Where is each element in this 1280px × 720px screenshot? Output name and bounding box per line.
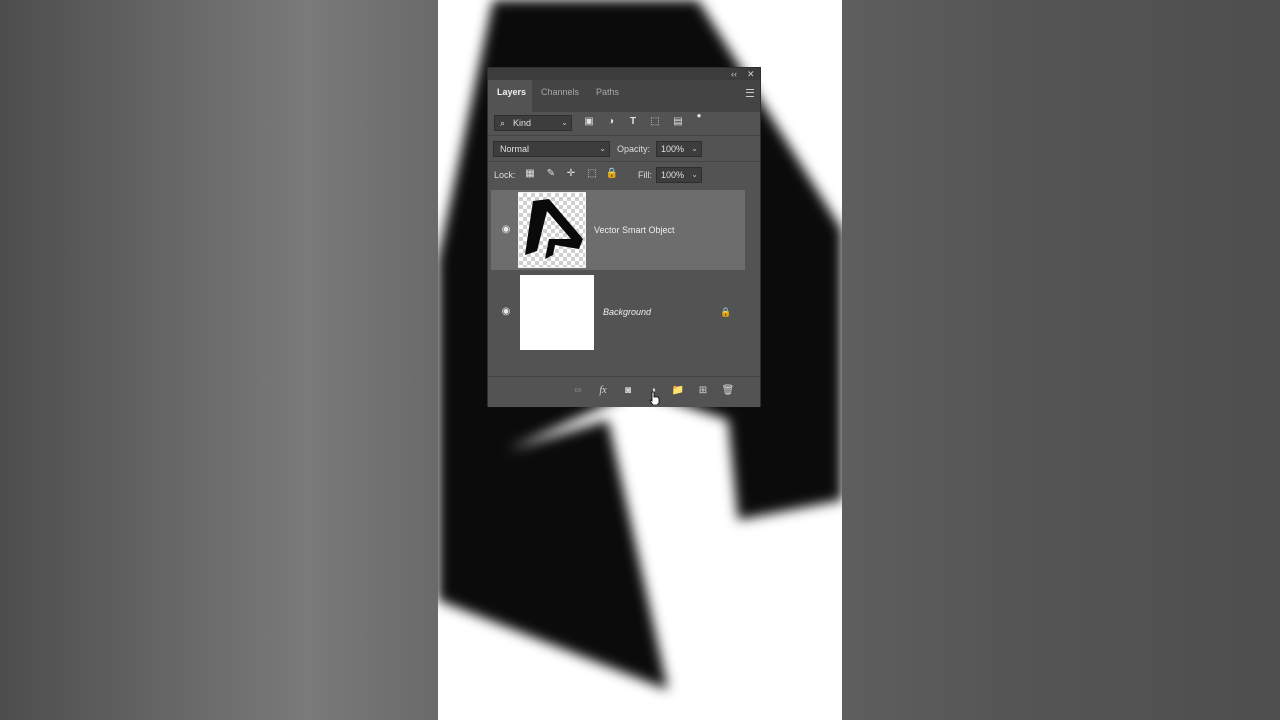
- tab-channels[interactable]: Channels: [541, 80, 579, 112]
- lock-artboard-icon[interactable]: ⬚: [585, 168, 599, 180]
- smart-object-filter-icon[interactable]: ▤: [671, 116, 685, 128]
- filter-kind-select[interactable]: ⌕ Kind ⌄: [494, 115, 572, 131]
- divider: [488, 135, 760, 136]
- delete-icon[interactable]: 🗑: [721, 384, 735, 398]
- blend-mode-value: Normal: [500, 144, 530, 154]
- chevron-down-icon: ⌄: [599, 144, 606, 153]
- filter-kind-label: Kind: [513, 118, 532, 128]
- new-group-icon[interactable]: 📁: [671, 384, 685, 398]
- panel-footer: ∞ fx ◙ ◑ 📁 ⊞ 🗑: [488, 376, 760, 407]
- fill-value: 100%: [661, 170, 685, 180]
- layer-name: Background: [603, 307, 652, 317]
- search-icon: ⌕: [500, 118, 506, 128]
- tab-layers[interactable]: Layers: [488, 80, 532, 112]
- lock-position-icon[interactable]: ✛: [564, 168, 578, 180]
- divider: [488, 161, 760, 162]
- chevron-down-icon: ⌄: [691, 170, 698, 179]
- fx-icon[interactable]: fx: [596, 384, 610, 398]
- lock-all-icon[interactable]: 🔒: [605, 168, 619, 180]
- panel-tabs: Layers Channels Paths: [488, 80, 760, 112]
- blend-mode-select[interactable]: Normal ⌄: [493, 141, 610, 157]
- close-panel-icon[interactable]: ✕: [747, 69, 755, 79]
- layer-lock-icon[interactable]: 🔒: [719, 306, 733, 318]
- link-layers-icon[interactable]: ∞: [571, 384, 585, 398]
- layer-row-vector-smart-object[interactable]: ◉ Vector Smart Object: [491, 190, 745, 270]
- layer-name: Vector Smart Object: [594, 225, 675, 235]
- lock-image-icon[interactable]: ✎: [544, 168, 558, 180]
- shape-filter-icon[interactable]: ⬚: [648, 116, 662, 128]
- type-filter-icon[interactable]: T: [626, 116, 640, 128]
- chevron-down-icon: ⌄: [561, 118, 568, 127]
- panel-menu-icon[interactable]: [746, 89, 754, 97]
- layer-row-background[interactable]: ◉ Background 🔒: [491, 272, 745, 352]
- fill-label: Fill:: [638, 170, 652, 180]
- chevron-down-icon: ⌄: [691, 144, 698, 153]
- opacity-label: Opacity:: [617, 144, 651, 154]
- new-layer-icon[interactable]: ⊞: [696, 384, 710, 398]
- layer-thumbnail: [520, 275, 594, 350]
- opacity-value: 100%: [661, 144, 685, 154]
- opacity-input[interactable]: 100% ⌄: [656, 141, 702, 157]
- filter-toggle-icon[interactable]: ●: [692, 110, 706, 122]
- hand-cursor-icon: [649, 391, 660, 405]
- add-mask-icon[interactable]: ◙: [621, 384, 635, 398]
- visibility-eye-icon[interactable]: ◉: [499, 307, 513, 317]
- screen: ‹‹ ✕ Layers Channels Paths ⌕ Kind ⌄ ▣ ◑ …: [0, 0, 1280, 720]
- lock-transparent-icon[interactable]: ▦: [523, 168, 537, 180]
- fill-input[interactable]: 100% ⌄: [656, 167, 702, 183]
- tab-paths[interactable]: Paths: [596, 80, 619, 112]
- image-filter-icon[interactable]: ▣: [582, 116, 596, 128]
- layer-thumbnail: [518, 192, 586, 268]
- collapse-panel-icon[interactable]: ‹‹: [731, 69, 737, 79]
- visibility-eye-icon[interactable]: ◉: [499, 225, 513, 235]
- adjustment-filter-icon[interactable]: ◑: [604, 116, 618, 128]
- blurred-background-left: [0, 0, 438, 720]
- layers-panel: ‹‹ ✕ Layers Channels Paths ⌕ Kind ⌄ ▣ ◑ …: [488, 68, 760, 407]
- panel-titlebar: ‹‹ ✕: [488, 68, 760, 80]
- lock-label: Lock:: [494, 170, 516, 180]
- blurred-background-right: [842, 0, 1280, 720]
- logo-thumbnail-icon: [525, 199, 583, 259]
